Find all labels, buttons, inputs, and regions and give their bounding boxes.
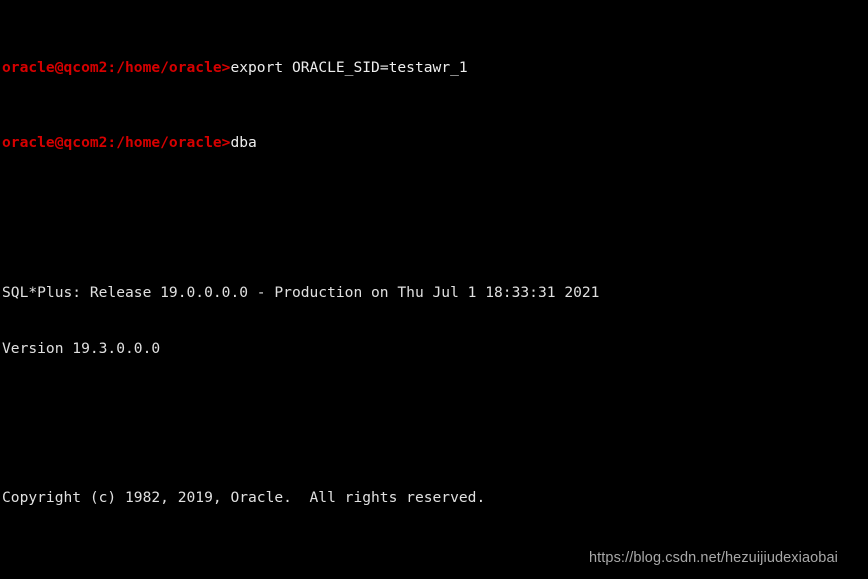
shell-prompt: oracle@qcom2:/home/oracle> xyxy=(2,133,231,151)
terminal-screen[interactable]: oracle@qcom2:/home/oracle>export ORACLE_… xyxy=(2,3,868,579)
shell-prompt: oracle@qcom2:/home/oracle> xyxy=(2,59,231,77)
shell-command-line-1: oracle@qcom2:/home/oracle>export ORACLE_… xyxy=(2,59,868,78)
shell-command-line-2: oracle@qcom2:/home/oracle>dba xyxy=(2,134,868,153)
sqlplus-banner-release: SQL*Plus: Release 19.0.0.0.0 - Productio… xyxy=(2,283,600,301)
shell-command-text: dba xyxy=(230,133,257,151)
sqlplus-banner-version: Version 19.3.0.0.0 xyxy=(2,339,161,357)
watermark-url: https://blog.csdn.net/hezuijiudexiaobai xyxy=(589,550,838,566)
terminal-window[interactable]: oracle@qcom2:/home/oracle>export ORACLE_… xyxy=(0,0,868,579)
copyright-line: Copyright (c) 1982, 2019, Oracle. All ri… xyxy=(2,489,486,507)
shell-command-text: export ORACLE_SID=testawr_1 xyxy=(230,59,468,77)
